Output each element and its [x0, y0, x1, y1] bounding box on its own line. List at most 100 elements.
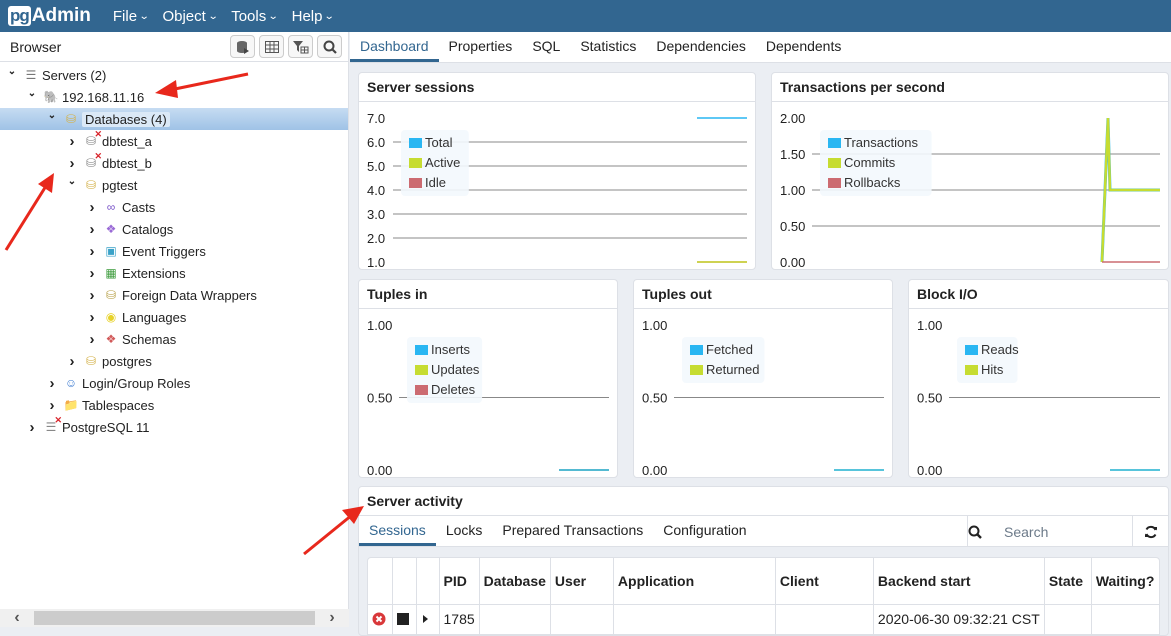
- scrollbar-thumb[interactable]: [34, 611, 315, 625]
- chevron-right-icon[interactable]: ›: [65, 133, 79, 150]
- tree-node[interactable]: ⌄ ⛁ Databases (4): [0, 108, 348, 130]
- col-backend-start[interactable]: Backend start: [873, 558, 1045, 605]
- legend-swatch: [828, 158, 841, 168]
- col-pid[interactable]: PID: [439, 558, 480, 605]
- col-application[interactable]: Application: [613, 558, 776, 605]
- tree-node[interactable]: › ⛁ ✕ dbtest_b: [0, 151, 348, 174]
- scroll-left-icon[interactable]: ‹: [0, 609, 34, 627]
- tree-node-label: dbtest_a: [102, 133, 152, 149]
- database-icon: ⛁: [85, 354, 97, 368]
- legend-label: Updates: [431, 362, 480, 377]
- tree-node[interactable]: › ⛁ Foreign Data Wrappers: [0, 284, 348, 306]
- col-user[interactable]: User: [550, 558, 614, 605]
- databases-icon: ⛁: [65, 112, 77, 126]
- col-client[interactable]: Client: [775, 558, 874, 605]
- tree-node[interactable]: ⌄ 🐘 192.168.11.16: [0, 86, 348, 108]
- chevron-right-icon[interactable]: ›: [85, 243, 99, 260]
- terminate-session-icon[interactable]: [372, 612, 386, 626]
- chevron-right-icon[interactable]: ›: [25, 419, 39, 436]
- tab-sql[interactable]: SQL: [522, 31, 570, 62]
- legend-label: Returned: [706, 362, 759, 377]
- tree-node[interactable]: › ☰ ✕ PostgreSQL 11: [0, 415, 348, 438]
- tree-node[interactable]: › ⛁ ✕ dbtest_a: [0, 129, 348, 152]
- expand-row-icon[interactable]: [421, 614, 429, 624]
- tree-node[interactable]: › ◉ Languages: [0, 306, 348, 328]
- tab-dashboard[interactable]: Dashboard: [350, 31, 439, 62]
- tree-node[interactable]: ⌄ ⛁ pgtest: [0, 174, 348, 196]
- query-tool-button[interactable]: [230, 35, 255, 58]
- event-triggers-icon: ▣: [105, 244, 117, 258]
- tab-properties[interactable]: Properties: [439, 31, 523, 62]
- browser-header: Browser: [0, 32, 348, 62]
- application-cell: [613, 604, 776, 634]
- chevron-right-icon[interactable]: ›: [85, 309, 99, 326]
- database-disconnected-icon: ⛁ ✕: [85, 129, 102, 148]
- tree-node[interactable]: › ▦ Extensions: [0, 262, 348, 284]
- col-waiting[interactable]: Waiting?: [1091, 558, 1159, 605]
- terminate-cell[interactable]: [368, 604, 393, 634]
- chevron-right-icon[interactable]: ›: [85, 221, 99, 238]
- col-database[interactable]: Database: [479, 558, 551, 605]
- chevron-right-icon[interactable]: ›: [85, 199, 99, 216]
- y-tick-label: 1.00: [642, 318, 667, 333]
- chevron-down-icon: ⌄: [207, 10, 219, 22]
- tree-node[interactable]: › 📁 Tablespaces: [0, 394, 348, 416]
- chevron-right-icon[interactable]: ›: [85, 331, 99, 348]
- tab-prepared-transactions[interactable]: Prepared Transactions: [492, 516, 653, 546]
- menu-file[interactable]: File ⌄: [113, 8, 150, 25]
- y-tick-label: 2.0: [367, 231, 385, 246]
- view-data-button[interactable]: [259, 35, 284, 58]
- y-tick-label: 3.0: [367, 207, 385, 222]
- chevron-down-icon[interactable]: ⌄: [65, 176, 79, 187]
- tree-node-label: Tablespaces: [82, 397, 155, 413]
- tree-node[interactable]: › ☺ Login/Group Roles: [0, 372, 348, 394]
- scroll-right-icon[interactable]: ›: [315, 609, 349, 627]
- y-tick-label: 0.50: [917, 391, 942, 406]
- tree-node[interactable]: › ❖ Schemas: [0, 328, 348, 350]
- tab-sessions[interactable]: Sessions: [359, 516, 436, 546]
- legend-swatch: [965, 345, 978, 355]
- tree-node[interactable]: › ⛁ postgres: [0, 350, 348, 372]
- tab-statistics[interactable]: Statistics: [570, 31, 646, 62]
- horizontal-scrollbar[interactable]: ‹ ›: [0, 609, 349, 627]
- tab-configuration[interactable]: Configuration: [653, 516, 756, 546]
- activity-search-input[interactable]: [1004, 523, 1124, 540]
- chevron-right-icon[interactable]: ›: [85, 265, 99, 282]
- chevron-down-icon[interactable]: ⌄: [45, 110, 59, 121]
- chevron-right-icon[interactable]: ›: [65, 353, 79, 370]
- menu-help[interactable]: Help ⌄: [292, 8, 336, 25]
- tree-node-label: Catalogs: [122, 221, 174, 237]
- tab-dependents[interactable]: Dependents: [756, 31, 852, 62]
- menu-tools[interactable]: Tools ⌄: [231, 8, 279, 25]
- chevron-right-icon[interactable]: ›: [45, 397, 59, 414]
- refresh-button[interactable]: [1132, 516, 1168, 547]
- menu-object[interactable]: Object ⌄: [162, 8, 219, 25]
- chart-card-tuples-out: Tuples out 1.00 0.50 0.00 Fetched Returned: [633, 279, 893, 478]
- tree-node[interactable]: › ∞ Casts: [0, 196, 348, 218]
- tab-dependencies[interactable]: Dependencies: [646, 31, 756, 62]
- tab-locks[interactable]: Locks: [436, 516, 493, 546]
- search-objects-button[interactable]: [317, 35, 342, 58]
- top-menu-bar: pg Admin File ⌄ Object ⌄ Tools ⌄ Help ⌄: [0, 0, 1171, 32]
- legend-label: Transactions: [844, 135, 918, 150]
- cancel-query-icon[interactable]: [396, 613, 409, 626]
- expand-cell[interactable]: [416, 604, 440, 634]
- tree-node[interactable]: › ▣ Event Triggers: [0, 240, 348, 262]
- chevron-down-icon[interactable]: ⌄: [5, 66, 19, 77]
- chevron-right-icon[interactable]: ›: [65, 155, 79, 172]
- chevron-right-icon[interactable]: ›: [85, 287, 99, 304]
- chevron-right-icon[interactable]: ›: [45, 375, 59, 392]
- chart-title: Server sessions: [359, 73, 755, 102]
- chart-title: Tuples in: [359, 280, 617, 309]
- tree-node[interactable]: › ❖ Catalogs: [0, 218, 348, 240]
- filtered-rows-button[interactable]: [288, 35, 313, 58]
- y-tick-label: 4.0: [367, 183, 385, 198]
- chevron-down-icon: ⌄: [138, 10, 150, 22]
- chevron-down-icon[interactable]: ⌄: [25, 88, 39, 99]
- tree-node-label: 192.168.11.16: [62, 89, 145, 105]
- col-state[interactable]: State: [1044, 558, 1092, 605]
- tree-node[interactable]: ⌄ ☰ Servers (2): [0, 64, 348, 86]
- legend-label: Reads: [981, 342, 1019, 357]
- cancel-cell[interactable]: [392, 604, 417, 634]
- tree-node-label: Foreign Data Wrappers: [122, 287, 257, 303]
